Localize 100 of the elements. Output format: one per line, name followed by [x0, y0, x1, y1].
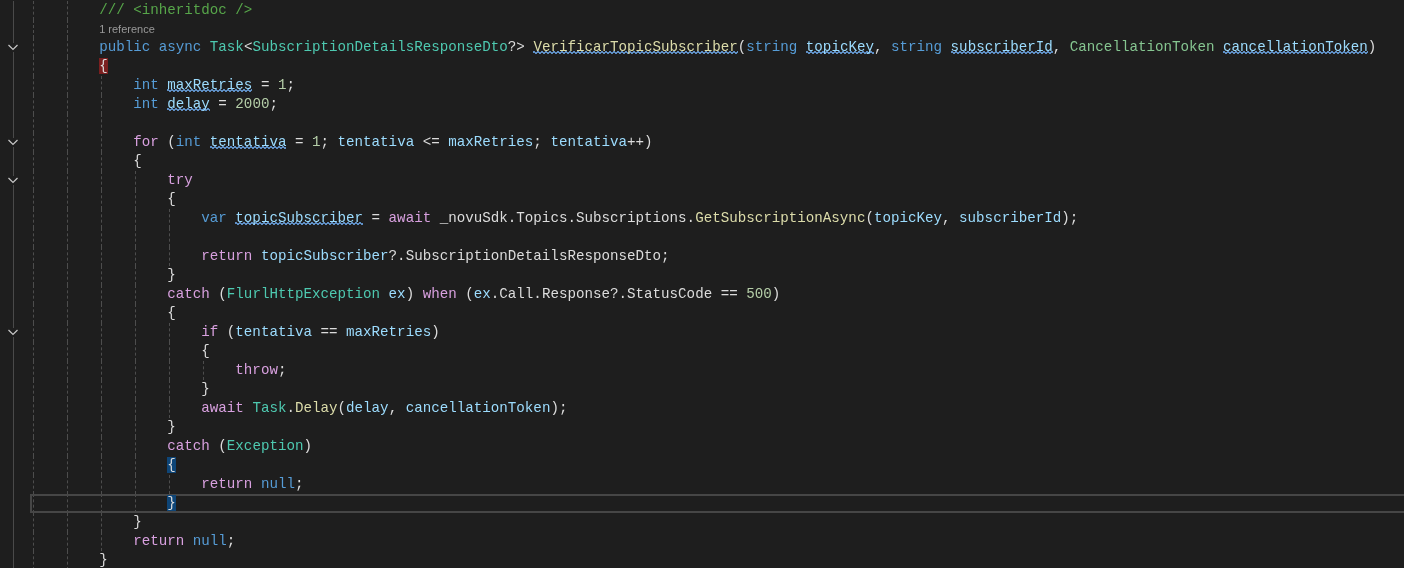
code-text: { [167, 191, 176, 207]
code-text: ( [865, 210, 874, 226]
identifier: subscriberId [950, 39, 1053, 55]
code-text: } [133, 514, 142, 530]
code-text: ++) [627, 134, 653, 150]
identifier: topicKey [873, 210, 943, 226]
keyword: string [746, 39, 798, 55]
code-text: .Call.Response?.StatusCode == [490, 286, 738, 302]
code-text: . [286, 400, 295, 416]
code-text: ( [737, 39, 747, 55]
identifier: topicSubscriber [235, 210, 364, 226]
keyword: var [201, 210, 227, 226]
code-text: } [99, 552, 108, 568]
identifier: delay [346, 400, 389, 416]
keyword: int [133, 77, 159, 93]
identifier: maxRetries [448, 134, 534, 150]
code-text: = [218, 96, 227, 112]
identifier: cancellationToken [1223, 39, 1368, 55]
brace: } [167, 495, 176, 511]
code-text: ( [337, 400, 347, 416]
identifier: topicKey [805, 39, 874, 55]
code-text: ) [303, 438, 312, 454]
keyword: catch [167, 286, 210, 302]
identifier: maxRetries [167, 77, 253, 93]
type-name: Task [252, 400, 287, 416]
keyword: await [388, 210, 432, 226]
keyword: for [133, 134, 159, 150]
keyword: return [201, 248, 253, 264]
code-text: < [243, 39, 253, 55]
codelens-link[interactable]: 1 reference [99, 23, 155, 35]
type-name: FlurlHttpException [226, 286, 381, 302]
identifier: tentativa [337, 134, 415, 150]
code-text: ; [533, 134, 542, 150]
method-name: Delay [294, 400, 338, 416]
identifier: topicSubscriber [260, 248, 389, 264]
code-text: ; [226, 533, 236, 549]
code-text: { [167, 305, 176, 321]
code-text: { [201, 343, 210, 359]
keyword: when [422, 286, 457, 302]
brace: { [99, 58, 108, 74]
code-text: } [167, 419, 176, 435]
code-text: ; [320, 134, 329, 150]
code-text: , [1052, 39, 1062, 55]
code-text: { [133, 153, 142, 169]
code-text: = [260, 77, 270, 93]
code-text: ( [226, 324, 236, 340]
keyword: null [260, 476, 295, 492]
code-text: == [320, 324, 338, 340]
number-literal: 2000 [235, 96, 270, 112]
identifier: cancellationToken [405, 400, 551, 416]
keyword: return [201, 476, 253, 492]
code-text: ?.SubscriptionDetailsResponseDto; [388, 248, 670, 264]
code-comment: /// <inheritdoc /> [99, 2, 253, 18]
method-name: VerificarTopicSubscriber [533, 39, 738, 55]
brace: { [167, 457, 176, 473]
keyword: public [99, 39, 151, 55]
code-text: ) [1367, 39, 1377, 55]
identifier: ex [473, 286, 491, 302]
code-text: ; [269, 96, 278, 112]
code-text: ) [405, 286, 415, 302]
code-text: = [371, 210, 381, 226]
code-text: ); [1061, 210, 1079, 226]
code-text: ) [431, 324, 440, 340]
code-text: } [201, 381, 210, 397]
keyword: async [158, 39, 202, 55]
code-text: = [294, 134, 304, 150]
number-literal: 500 [746, 286, 772, 302]
number-literal: 1 [312, 134, 321, 150]
code-text: ; [286, 77, 295, 93]
code-text: _novuSdk.Topics.Subscriptions. [439, 210, 696, 226]
type-name: Task [209, 39, 244, 55]
code-text: ) [771, 286, 781, 302]
code-text: ( [218, 286, 227, 302]
identifier: maxRetries [346, 324, 432, 340]
keyword: int [133, 96, 159, 112]
code-text: , [388, 400, 398, 416]
type-name: SubscriptionDetailsResponseDto [252, 39, 508, 55]
code-text: ); [550, 400, 568, 416]
identifier: ex [388, 286, 406, 302]
identifier: tentativa [235, 324, 312, 340]
code-text: ?> [507, 39, 525, 55]
identifier: delay [167, 96, 210, 112]
type-name: Exception [226, 438, 304, 454]
keyword: return [133, 533, 185, 549]
code-text: ( [465, 286, 474, 302]
type-name: CancellationToken [1069, 39, 1215, 55]
code-text: ; [294, 476, 304, 492]
identifier: tentativa [209, 134, 287, 150]
code-text: } [167, 267, 176, 283]
keyword: null [192, 533, 227, 549]
code-text: ( [167, 134, 176, 150]
code-text: , [873, 39, 883, 55]
keyword: catch [167, 438, 210, 454]
identifier: tentativa [550, 134, 627, 150]
keyword: try [167, 172, 193, 188]
code-text: <= [422, 134, 440, 150]
code-text: ( [218, 438, 227, 454]
code-text: , [942, 210, 951, 226]
keyword: string [891, 39, 943, 55]
method-name: GetSubscriptionAsync [695, 210, 866, 226]
